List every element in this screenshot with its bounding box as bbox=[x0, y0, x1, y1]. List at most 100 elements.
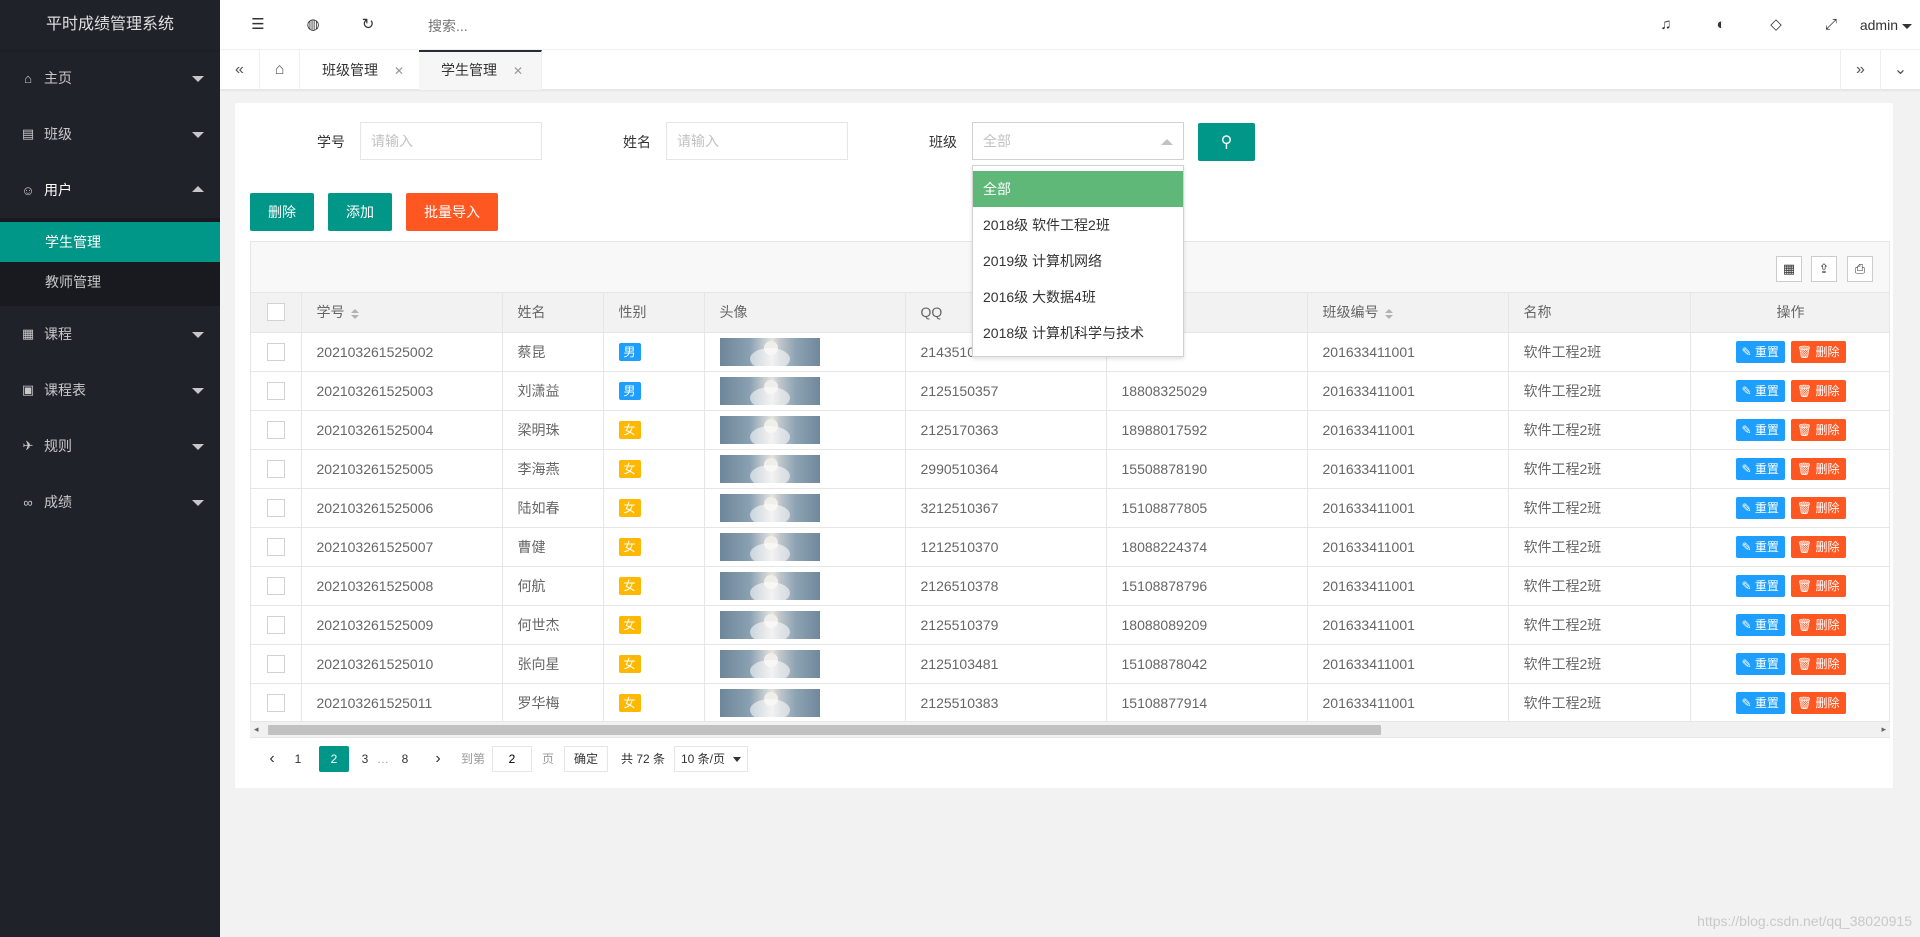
page-1[interactable]: 1 bbox=[288, 746, 308, 772]
reset-button[interactable]: ✎ 重置 bbox=[1735, 652, 1785, 675]
reset-button[interactable]: ✎ 重置 bbox=[1735, 574, 1785, 597]
row-select[interactable] bbox=[251, 566, 302, 606]
row-select[interactable] bbox=[251, 449, 302, 489]
user-menu[interactable]: admin bbox=[1860, 0, 1912, 50]
reset-button[interactable]: ✎ 重置 bbox=[1735, 691, 1785, 714]
reset-button[interactable]: ✎ 重置 bbox=[1735, 496, 1785, 519]
next-page-icon[interactable]: › bbox=[428, 746, 448, 772]
sidebar-item-rules[interactable]: ✈ 规则 bbox=[0, 418, 220, 474]
goto-page-input[interactable] bbox=[492, 746, 532, 772]
row-select[interactable] bbox=[251, 683, 302, 723]
export-icon[interactable]: ⇪ bbox=[1811, 256, 1837, 282]
fullscreen-icon[interactable]: ⤢ bbox=[1811, 0, 1851, 50]
row-delete-button[interactable]: 🗑 删除 bbox=[1790, 652, 1846, 675]
refresh-icon[interactable]: ↻ bbox=[348, 0, 388, 50]
globe-icon[interactable]: ◍ bbox=[293, 0, 333, 50]
page-3[interactable]: 3 bbox=[355, 746, 375, 772]
horizontal-scrollbar[interactable]: ◂ ▸ bbox=[250, 721, 1890, 737]
row-delete-button[interactable]: 🗑 删除 bbox=[1790, 340, 1846, 363]
scrollbar-thumb[interactable] bbox=[268, 725, 1381, 735]
class-option[interactable]: 全部 bbox=[973, 171, 1183, 207]
header-select-all[interactable] bbox=[251, 293, 302, 333]
sidebar-item-class[interactable]: ▤ 班级 bbox=[0, 106, 220, 162]
avatar[interactable] bbox=[719, 454, 820, 483]
row-select[interactable] bbox=[251, 332, 302, 372]
scroll-right-arrow-icon[interactable]: ▸ bbox=[1881, 724, 1886, 735]
reset-button[interactable]: ✎ 重置 bbox=[1735, 613, 1785, 636]
sort-icon[interactable] bbox=[350, 308, 359, 319]
sidebar-item-student-management[interactable]: 学生管理 bbox=[0, 222, 220, 262]
close-icon[interactable]: ✕ bbox=[513, 64, 523, 78]
tab-class-management[interactable]: 班级管理 ✕ bbox=[300, 50, 424, 90]
sidebar-item-home[interactable]: ⌂ 主页 bbox=[0, 50, 220, 106]
row-delete-button[interactable]: 🗑 删除 bbox=[1790, 535, 1846, 558]
reset-button[interactable]: ✎ 重置 bbox=[1735, 418, 1785, 441]
add-button[interactable]: 添加 bbox=[328, 193, 392, 231]
row-select[interactable] bbox=[251, 410, 302, 450]
checkbox[interactable] bbox=[266, 654, 285, 673]
print-icon[interactable]: ⎙ bbox=[1847, 256, 1873, 282]
avatar[interactable] bbox=[719, 337, 820, 366]
checkbox[interactable] bbox=[266, 459, 285, 478]
avatar[interactable] bbox=[719, 610, 820, 639]
header-student-no[interactable]: 学号 bbox=[301, 293, 503, 333]
menu-toggle-icon[interactable]: ☰ bbox=[238, 0, 278, 50]
sidebar-item-user[interactable]: ☺ 用户 bbox=[0, 162, 220, 218]
row-delete-button[interactable]: 🗑 删除 bbox=[1790, 613, 1846, 636]
tabs-scroll-left-icon[interactable]: « bbox=[220, 50, 260, 90]
row-select[interactable] bbox=[251, 488, 302, 528]
class-option[interactable]: 2019级 计算机网络 bbox=[973, 243, 1183, 279]
avatar[interactable] bbox=[719, 571, 820, 600]
row-delete-button[interactable]: 🗑 删除 bbox=[1790, 496, 1846, 519]
row-delete-button[interactable]: 🗑 删除 bbox=[1790, 574, 1846, 597]
home-tab-icon[interactable]: ⌂ bbox=[260, 50, 300, 90]
search-input[interactable] bbox=[428, 16, 648, 36]
checkbox[interactable] bbox=[266, 342, 285, 361]
reset-button[interactable]: ✎ 重置 bbox=[1735, 457, 1785, 480]
row-delete-button[interactable]: 🗑 删除 bbox=[1790, 691, 1846, 714]
batch-import-button[interactable]: 批量导入 bbox=[406, 193, 498, 231]
sort-icon[interactable] bbox=[1384, 308, 1393, 319]
row-select[interactable] bbox=[251, 605, 302, 645]
sidebar-item-teacher-management[interactable]: 教师管理 bbox=[0, 262, 220, 302]
row-select[interactable] bbox=[251, 527, 302, 567]
checkbox[interactable] bbox=[266, 615, 285, 634]
page-2-current[interactable]: 2 bbox=[319, 746, 349, 772]
row-select[interactable] bbox=[251, 644, 302, 684]
confirm-page-button[interactable]: 确定 bbox=[564, 746, 609, 772]
sidebar-item-timetable[interactable]: ▣ 课程表 bbox=[0, 362, 220, 418]
tabs-menu-chevron-icon[interactable]: ⌄ bbox=[1880, 50, 1920, 90]
theme-icon[interactable]: ◐ bbox=[1701, 0, 1741, 50]
per-page-select[interactable]: 10 条/页 bbox=[674, 746, 748, 772]
class-select[interactable]: 全部 bbox=[972, 122, 1184, 160]
avatar[interactable] bbox=[719, 493, 820, 522]
reset-button[interactable]: ✎ 重置 bbox=[1735, 340, 1785, 363]
row-delete-button[interactable]: 🗑 删除 bbox=[1790, 457, 1846, 480]
tag-icon[interactable]: ◇ bbox=[1756, 0, 1796, 50]
checkbox[interactable] bbox=[266, 381, 285, 400]
row-delete-button[interactable]: 🗑 删除 bbox=[1790, 418, 1846, 441]
checkbox[interactable] bbox=[266, 498, 285, 517]
checkbox[interactable] bbox=[266, 420, 285, 439]
row-select[interactable] bbox=[251, 371, 302, 411]
sidebar-item-grades[interactable]: ∞ 成绩 bbox=[0, 474, 220, 530]
class-option[interactable]: 2016级 大数据4班 bbox=[973, 279, 1183, 315]
prev-page-icon[interactable]: ‹ bbox=[262, 746, 282, 772]
tab-student-management[interactable]: 学生管理 ✕ bbox=[419, 50, 543, 90]
row-delete-button[interactable]: 🗑 删除 bbox=[1790, 379, 1846, 402]
checkbox[interactable] bbox=[266, 537, 285, 556]
student-no-input[interactable] bbox=[360, 122, 542, 160]
header-class-no[interactable]: 班级编号 bbox=[1307, 293, 1509, 333]
checkbox[interactable] bbox=[266, 576, 285, 595]
sidebar-item-course[interactable]: ▦ 课程 bbox=[0, 306, 220, 362]
search-button[interactable]: ⚲ bbox=[1198, 123, 1255, 161]
checkbox[interactable] bbox=[266, 303, 285, 322]
class-option[interactable]: 2018级 计算机科学与技术 bbox=[973, 315, 1183, 351]
avatar[interactable] bbox=[719, 649, 820, 678]
bell-icon[interactable]: ♫ bbox=[1646, 0, 1686, 50]
avatar[interactable] bbox=[719, 415, 820, 444]
avatar[interactable] bbox=[719, 532, 820, 561]
tabs-scroll-right-icon[interactable]: » bbox=[1840, 50, 1880, 90]
avatar[interactable] bbox=[719, 376, 820, 405]
checkbox[interactable] bbox=[266, 693, 285, 712]
